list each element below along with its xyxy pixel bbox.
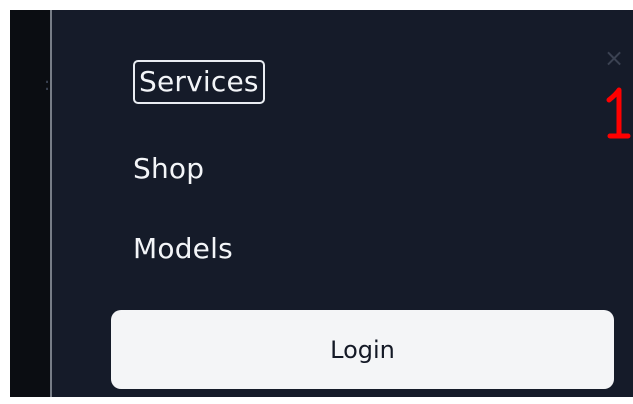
background-page-hint: :: [44, 74, 51, 95]
menu-item-services[interactable]: Services: [133, 60, 265, 104]
annotation-number-1: 1: [602, 82, 631, 139]
annotation-label: 1: [602, 82, 603, 83]
login-button[interactable]: Login: [111, 310, 614, 389]
menu-item-shop[interactable]: Shop: [133, 155, 204, 183]
mobile-menu-screen: : Services Shop Models × 1 Login: [10, 10, 633, 397]
menu-item-models[interactable]: Models: [133, 235, 233, 263]
left-background-strip: [10, 10, 50, 397]
close-icon[interactable]: ×: [602, 46, 626, 70]
navigation-drawer: Services Shop Models × 1 Login: [52, 10, 633, 397]
